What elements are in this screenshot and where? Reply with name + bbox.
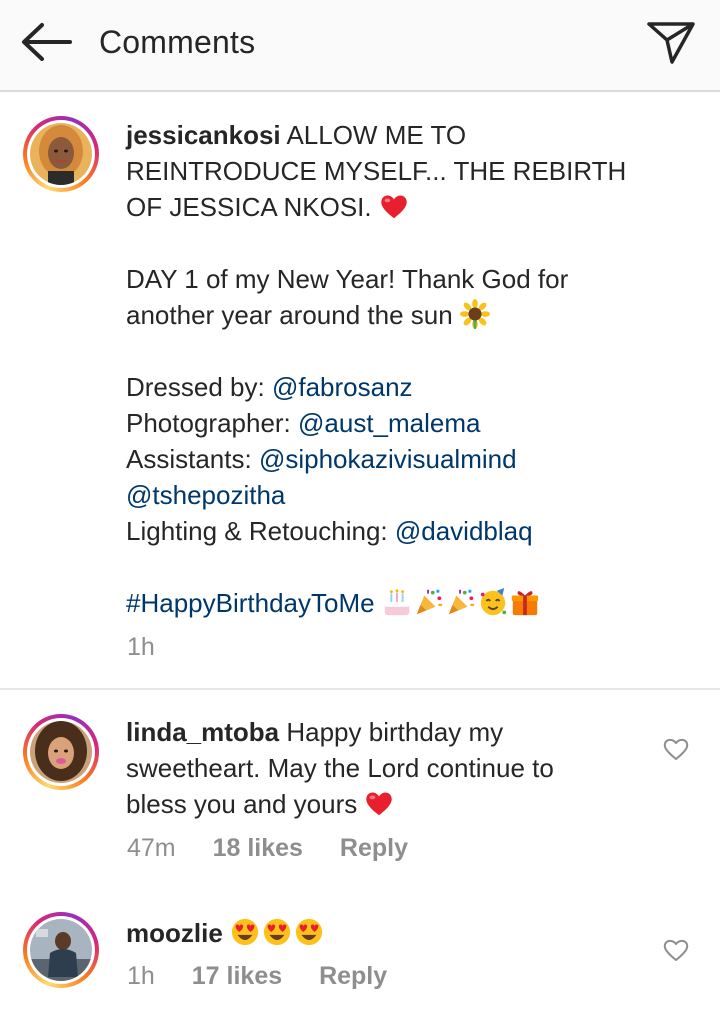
caption-line: another year around the sun: [126, 297, 646, 333]
commenter-avatar[interactable]: [23, 912, 99, 988]
avatar-photo: [30, 721, 92, 783]
caption-line: jessicankosi ALLOW ME TO: [126, 120, 467, 150]
birthday-cake-icon: [382, 587, 412, 617]
heart-eyes-face-icon: [294, 917, 324, 947]
credit-line: Assistants: @siphokazivisualmind: [126, 444, 517, 474]
wrapped-gift-icon: [510, 587, 540, 617]
likes-count[interactable]: 18 likes: [213, 834, 303, 862]
arrow-left-icon[interactable]: [20, 22, 72, 62]
credit-line: @tshepozitha: [126, 477, 646, 513]
party-popper-icon: [414, 587, 444, 617]
mention-link[interactable]: @aust_malema: [298, 408, 480, 438]
credit-line: Lighting & Retouching: @davidblaq: [126, 516, 533, 546]
avatar-photo: [30, 919, 92, 981]
mention-link[interactable]: @davidblaq: [395, 516, 533, 546]
comment-meta: 1h 17 likes Reply: [127, 962, 417, 991]
credit-line: Photographer: @aust_malema: [126, 408, 481, 438]
credit-line: Dressed by: @fabrosanz: [126, 372, 413, 402]
caption-line: OF JESSICA NKOSI.: [126, 189, 646, 225]
divider: [0, 688, 720, 690]
comment-body: linda_mtoba Happy birthday my sweetheart…: [126, 717, 554, 819]
heart-eyes-face-icon: [262, 917, 292, 947]
comment-time: 47m: [127, 834, 176, 862]
avatar-photo: [30, 123, 92, 185]
mention-link[interactable]: @fabrosanz: [272, 372, 413, 402]
comment-username[interactable]: moozlie: [126, 918, 223, 948]
caption-line: DAY 1 of my New Year! Thank God for: [126, 264, 569, 294]
reply-button[interactable]: Reply: [319, 962, 387, 990]
reply-button[interactable]: Reply: [340, 834, 408, 862]
red-heart-icon: [379, 191, 409, 221]
commenter-avatar[interactable]: [23, 714, 99, 790]
comment-username[interactable]: linda_mtoba: [126, 717, 279, 747]
hashtag-link[interactable]: #HappyBirthdayToMe: [126, 588, 375, 618]
like-heart-icon[interactable]: [663, 938, 689, 962]
comment-meta: 47m 18 likes Reply: [127, 834, 438, 863]
mention-link[interactable]: @tshepozitha: [126, 480, 285, 510]
caption-line: REINTRODUCE MYSELF... THE REBIRTH: [126, 156, 627, 186]
heart-eyes-face-icon: [230, 917, 260, 947]
sunflower-icon: [460, 299, 490, 329]
post-meta: 1h: [127, 633, 185, 662]
likes-count[interactable]: 17 likes: [192, 962, 282, 990]
post-username[interactable]: jessicankosi: [126, 120, 281, 150]
red-heart-icon: [364, 788, 394, 818]
mention-link[interactable]: @siphokazivisualmind: [259, 444, 517, 474]
hashtag-line: #HappyBirthdayToMe: [126, 585, 646, 621]
partying-face-icon: [478, 587, 508, 617]
post-caption: jessicankosi ALLOW ME TO REINTRODUCE MYS…: [126, 117, 646, 621]
party-popper-icon: [446, 587, 476, 617]
page-title: Comments: [99, 24, 256, 60]
top-bar: Comments: [0, 0, 720, 92]
post-author-avatar[interactable]: [23, 116, 99, 192]
comment-time: 1h: [127, 962, 155, 990]
comment-body: moozlie: [126, 915, 626, 951]
post-time: 1h: [127, 633, 155, 661]
paper-plane-icon[interactable]: [646, 18, 696, 66]
like-heart-icon[interactable]: [663, 737, 689, 761]
